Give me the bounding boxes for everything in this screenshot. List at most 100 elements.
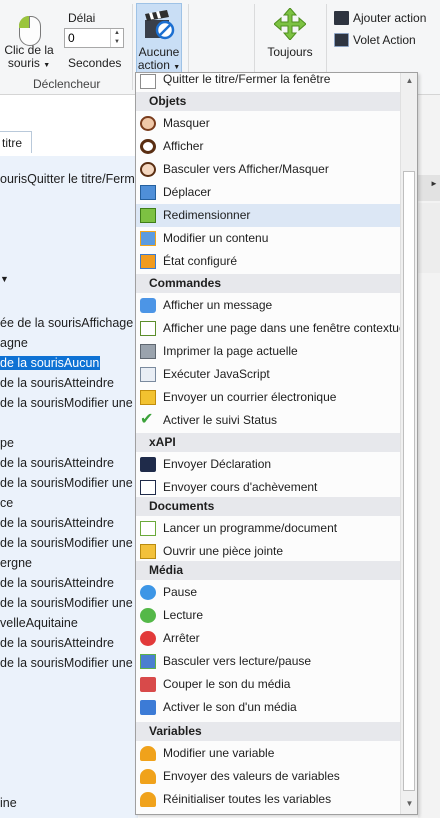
menu-item[interactable]: Lancer un programme/document — [136, 517, 400, 540]
launch-icon — [140, 521, 156, 536]
tab-title[interactable]: titre — [0, 131, 32, 153]
scroll-up-icon[interactable]: ▲ — [404, 76, 415, 88]
trigger-row[interactable]: ée de la sourisAffichage — [0, 316, 133, 330]
menu-item[interactable]: Imprimer la page actuelle — [136, 340, 400, 363]
always-button[interactable]: Toujours — [262, 6, 318, 66]
menu-item[interactable]: Déplacer — [136, 181, 400, 204]
menu-item[interactable]: Modifier un contenu — [136, 227, 400, 250]
trigger-row[interactable]: ine — [0, 796, 17, 810]
menu-item[interactable]: Masquer — [136, 112, 400, 135]
chevron-down-icon: ▼ — [43, 62, 51, 69]
menu-item-label: Quitter le titre/Fermer la fenêtre — [163, 72, 331, 86]
menu-item-label: Afficher — [163, 139, 204, 153]
menu-item-label: Afficher un message — [163, 298, 273, 312]
trigger-row[interactable]: de la sourisAtteindre — [0, 516, 114, 530]
menu-item[interactable]: Pause — [136, 581, 400, 604]
trigger-row[interactable]: de la sourisModifier une — [0, 476, 133, 490]
menu-item-label: Pause — [163, 585, 198, 599]
menu-item[interactable]: Envoyer cours d'achèvement — [136, 476, 400, 499]
scroll-down-icon[interactable]: ▼ — [404, 799, 415, 811]
mouse-click-label-2: souris ▼ — [2, 57, 56, 72]
delay-input[interactable] — [65, 29, 115, 47]
always-label: Toujours — [267, 45, 313, 59]
menu-item[interactable]: Afficher un message — [136, 294, 400, 317]
trigger-row[interactable]: de la sourisAtteindre — [0, 636, 114, 650]
mute-icon — [140, 677, 156, 692]
menu-item[interactable]: Afficher une page dans une fenêtre conte… — [136, 317, 406, 340]
menu-section-header: Variables — [136, 722, 400, 741]
menu-item-label: Imprimer la page actuelle — [163, 344, 298, 358]
menu-item-label: Activer le son d'un média — [163, 700, 297, 714]
trigger-row[interactable]: ce — [0, 496, 13, 510]
menu-item[interactable]: Ouvrir une pièce jointe — [136, 540, 400, 563]
trigger-row[interactable]: ergne — [0, 556, 32, 570]
clapperboard-icon — [145, 10, 175, 40]
menu-item-label: Basculer vers Afficher/Masquer — [163, 162, 329, 176]
delay-stepper[interactable]: ▲▼ — [64, 28, 124, 48]
trigger-group-title: Déclencheur — [33, 77, 101, 91]
trigger-row[interactable]: velleAquitaine — [0, 616, 78, 630]
menu-item[interactable]: Activer le son d'un média — [136, 696, 400, 719]
menu-item[interactable]: ✔ Activer le suivi Status — [136, 409, 400, 432]
menu-item[interactable]: Modifier une variable — [136, 742, 400, 765]
menu-item[interactable]: Envoyer Déclaration — [136, 453, 400, 476]
group-divider — [132, 4, 133, 90]
menu-item[interactable]: Arrêter — [136, 627, 400, 650]
add-action-icon — [334, 11, 349, 25]
collapse-chevron-icon[interactable]: ▼ — [0, 274, 9, 284]
menu-item[interactable]: Exécuter JavaScript — [136, 363, 400, 386]
delay-label: Délai — [68, 11, 96, 25]
message-icon — [140, 298, 156, 313]
menu-item-label: État configuré — [163, 254, 238, 268]
arrow-right-icon[interactable]: ► — [430, 179, 438, 188]
menu-item-quit-title[interactable]: Quitter le titre/Fermer la fenêtre — [136, 72, 400, 91]
menu-item-label: Afficher une page dans une fenêtre conte… — [163, 321, 406, 335]
menu-item[interactable]: Afficher — [136, 135, 400, 158]
trigger-row[interactable]: de la sourisModifier une — [0, 656, 133, 670]
right-panel-block — [418, 203, 440, 273]
menu-item-label: Envoyer Déclaration — [163, 457, 272, 471]
menu-item-label: Envoyer un courrier électronique — [163, 390, 337, 404]
menu-item-label: Ouvrir une pièce jointe — [163, 544, 284, 558]
stepper-arrows-icon[interactable]: ▲ ▼ — [110, 29, 123, 47]
no-action-button[interactable]: Aucune action ▼ — [136, 3, 182, 73]
menu-item[interactable]: Envoyer des valeurs de variables — [136, 765, 400, 788]
menu-item[interactable]: Réinitialiser toutes les variables — [136, 788, 400, 811]
trigger-row[interactable]: agne — [0, 336, 28, 350]
menu-item[interactable]: Redimensionner — [136, 204, 400, 227]
trigger-row-selected[interactable]: de la sourisAucun — [0, 356, 101, 370]
menu-section-header: Documents — [136, 497, 400, 516]
mouse-click-button[interactable]: Clic de la souris ▼ — [2, 6, 56, 72]
move-arrows-icon — [274, 8, 306, 40]
tab-title-label: titre — [2, 136, 23, 150]
menu-item-label: Masquer — [163, 116, 210, 130]
menu-item-label: Lecture — [163, 608, 204, 622]
menu-item[interactable]: État configuré — [136, 250, 400, 273]
trigger-row[interactable]: de la sourisModifier une — [0, 396, 133, 410]
resize-icon — [140, 208, 156, 223]
menu-item[interactable]: Couper le son du média — [136, 673, 400, 696]
trigger-row[interactable]: de la sourisModifier une — [0, 536, 133, 550]
trigger-row[interactable]: de la sourisAtteindre — [0, 376, 114, 390]
trigger-row[interactable]: de la sourisModifier une — [0, 596, 133, 610]
print-icon — [140, 344, 156, 359]
popup-page-icon — [140, 321, 156, 336]
menu-section-header: xAPI — [136, 433, 400, 452]
menu-scrollbar[interactable]: ▲ ▼ — [400, 73, 417, 814]
menu-item-label: Activer le suivi Status — [163, 413, 278, 427]
var-edit-icon — [140, 746, 156, 761]
menu-item[interactable]: Envoyer un courrier électronique — [136, 386, 400, 409]
menu-item[interactable]: Basculer vers Afficher/Masquer — [136, 158, 400, 181]
chevron-down-icon: ▼ — [173, 64, 181, 71]
menu-item[interactable]: Lecture — [136, 604, 400, 627]
menu-item-label: Déplacer — [163, 185, 212, 199]
menu-item-label: Lancer un programme/document — [163, 521, 338, 535]
trigger-row[interactable]: de la sourisAtteindre — [0, 576, 114, 590]
trigger-row[interactable]: de la sourisAtteindre — [0, 456, 114, 470]
scrollbar-thumb[interactable] — [403, 171, 415, 791]
stop-icon — [140, 631, 156, 646]
toggle-eye-icon — [140, 162, 156, 177]
trigger-row[interactable]: ourisQuitter le titre/Ferm — [0, 172, 135, 186]
menu-item[interactable]: Basculer vers lecture/pause — [136, 650, 400, 673]
trigger-row[interactable]: pe — [0, 436, 14, 450]
